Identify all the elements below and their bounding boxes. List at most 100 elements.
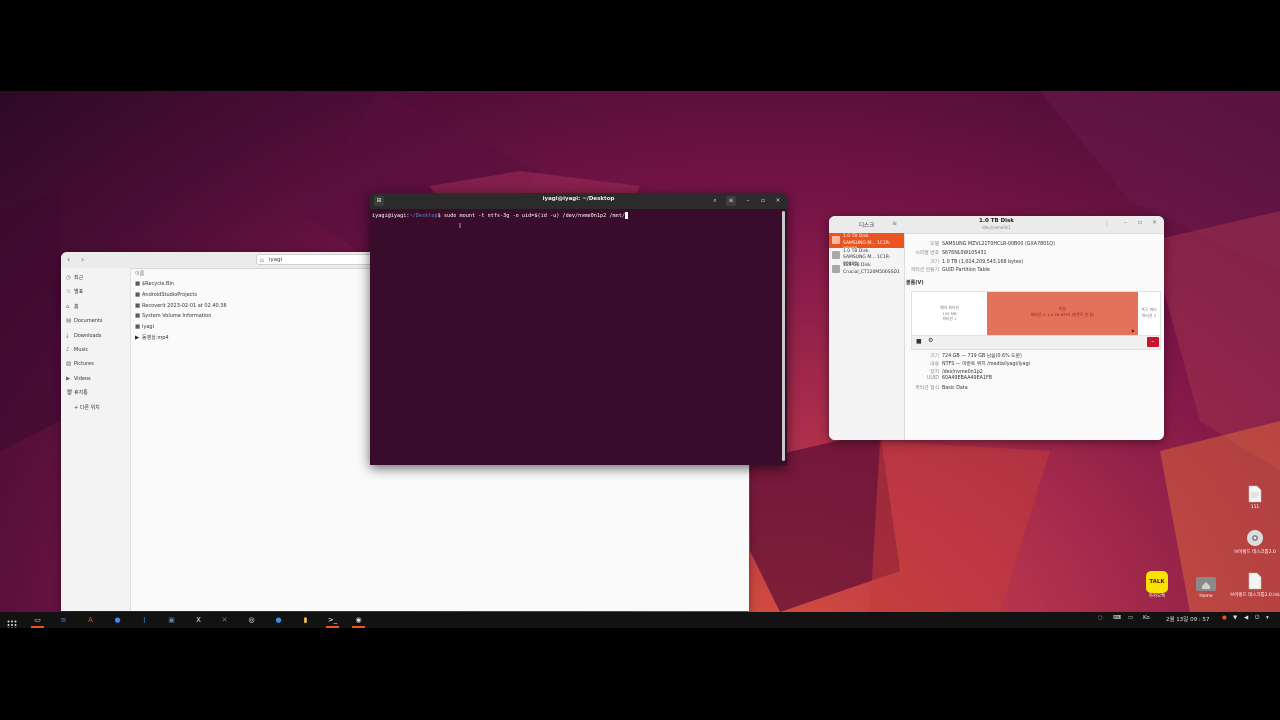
- volume-toolbar: ■ ⚙ –: [912, 335, 1160, 349]
- disks-icon[interactable]: ◉: [352, 614, 365, 626]
- disk-device-item[interactable]: 1.0 TB Disk SAMSUNG M... 1C1R-00800: [829, 248, 904, 267]
- terminal-output[interactable]: iyagi@iyagi:~/Desktop$ sudo mount -t ntf…: [372, 212, 628, 219]
- remove-partition-button[interactable]: –: [1147, 337, 1159, 347]
- star-icon: ☆: [66, 289, 71, 296]
- detail-row-device: 장치/dev/nvme0n1p2: [906, 368, 983, 375]
- prompt-end: $: [437, 213, 441, 219]
- terminal-window: ⊞ iyagi@iyagi: ~/Desktop ⌕ ≡ – ▫ × iyagi…: [370, 193, 787, 465]
- file-name: iyagi: [142, 324, 154, 331]
- picture-icon: ▧: [66, 361, 72, 368]
- stop-icon[interactable]: ■: [916, 338, 922, 345]
- wifi-icon[interactable]: ▼: [1233, 615, 1237, 621]
- file-name: AndroidStudioProjects: [142, 291, 197, 298]
- drive-icon: [832, 250, 840, 259]
- volume-segment-3[interactable]: 복구 파티 파티션 3: [1138, 292, 1160, 335]
- terminal-title: iyagi@iyagi: ~/Desktop: [542, 196, 615, 202]
- detail-value: /dev/nvme0n1p2: [942, 370, 983, 375]
- play-icon: ▶: [1131, 328, 1135, 333]
- desktop-icon-vbuild[interactable]: 브이빌드 데스크톱2.0: [1230, 529, 1280, 555]
- close-icon[interactable]: ×: [773, 196, 783, 206]
- document-icon: ▤: [66, 318, 72, 325]
- chrome-icon[interactable]: ●: [111, 614, 124, 626]
- obs-icon[interactable]: ◎: [245, 614, 258, 626]
- info-key: 모델: [930, 242, 939, 247]
- menu-icon[interactable]: ≡: [726, 196, 736, 206]
- sidebar-item-starred[interactable]: ☆ 별표: [61, 285, 130, 299]
- disk-device-item[interactable]: 123 GB Disk Crucial_CT120M500SSD1: [829, 262, 904, 277]
- sidebar-item-downloads[interactable]: ⤓ Downloads: [61, 329, 130, 343]
- detail-key: UUID: [926, 376, 939, 381]
- update-icon[interactable]: ●: [1222, 615, 1227, 621]
- volume-segment-1[interactable]: 예약 파티션 105 MB 파티션 1: [912, 292, 987, 335]
- notes-icon[interactable]: ▮: [299, 614, 312, 626]
- minimize-icon[interactable]: –: [1124, 219, 1127, 226]
- drive-icon: [832, 265, 840, 273]
- forward-arrow-icon[interactable]: ›: [81, 255, 84, 264]
- sidebar-item-music[interactable]: ♪ Music: [61, 343, 130, 357]
- keyboard-icon[interactable]: ⌨: [1113, 615, 1121, 621]
- sidebar-item-documents[interactable]: ▤ Documents: [61, 314, 130, 328]
- desktop-icon-111[interactable]: 111: [1238, 485, 1272, 510]
- desktop-icon-home[interactable]: Home: [1189, 574, 1223, 599]
- segment-line: 파티션 2: 1.0 TB NTFS (마운트 안 됨): [1030, 312, 1095, 317]
- sidebar-item-trash[interactable]: 🗑휴지통: [61, 386, 130, 400]
- sidebar-item-pictures[interactable]: ▧ Pictures: [61, 357, 130, 371]
- info-value: SAMSUNG MZVL21T0HCLR-00B00 (GXA7801Q): [942, 242, 1055, 247]
- clipboard-icon[interactable]: ▭: [1128, 615, 1133, 621]
- text-editor-icon[interactable]: ≡: [57, 614, 70, 626]
- video-letterbox-top: [0, 0, 1280, 91]
- sidebar-item-recent[interactable]: ◷ 최근: [61, 271, 130, 285]
- disks-window: 디스크 ≡ 1.0 TB Disk /dev/nvme0n1 ⋮ – ▫ × 1…: [829, 216, 1164, 440]
- desktop-icon-kakaotalk[interactable]: TALK 카카오톡: [1140, 571, 1174, 599]
- accessibility-icon[interactable]: ◌: [1098, 615, 1103, 621]
- sidebar-item-label: 홈: [74, 303, 79, 310]
- back-arrow-icon[interactable]: ‹: [67, 255, 70, 264]
- download-icon: ⤓: [66, 332, 69, 339]
- disk-device-item[interactable]: 1.0 TB Disk SAMSUNG M... 1C1R-00800: [829, 233, 904, 252]
- kebab-menu-icon[interactable]: ⋮: [1104, 220, 1110, 227]
- info-key: 크기: [930, 260, 939, 265]
- tool-app-icon[interactable]: ✕: [218, 614, 231, 626]
- search-icon[interactable]: ⌕: [710, 196, 720, 206]
- folder-icon: ■: [135, 302, 141, 309]
- minimize-icon[interactable]: –: [743, 196, 753, 206]
- sidebar-item-videos[interactable]: ▶ Videos: [61, 372, 130, 386]
- power-icon[interactable]: ⏻: [1255, 615, 1259, 622]
- settings-gear-icon[interactable]: ⚙: [928, 337, 933, 344]
- file-name: Recoverit 2023-02-01 at 02.40.36: [142, 302, 227, 309]
- files-icon[interactable]: ▭: [31, 614, 44, 626]
- clock[interactable]: 2월 13일 09 : 57: [1166, 615, 1209, 623]
- system-menu-chevron-icon[interactable]: ▾: [1266, 615, 1269, 621]
- video-icon: ▶: [66, 375, 71, 382]
- maximize-icon[interactable]: ▫: [758, 196, 768, 206]
- volume-segment-2-selected[interactable]: 파일 파티션 2: 1.0 TB NTFS (마운트 안 됨) ▶: [987, 292, 1138, 335]
- sidebar-item-home[interactable]: ⌂ 홈: [61, 300, 130, 314]
- prompt-path: ~/Desktop: [409, 213, 438, 219]
- folder-icon: ■: [135, 313, 141, 320]
- x-app-icon[interactable]: X: [192, 614, 205, 626]
- input-language[interactable]: Ko: [1143, 615, 1150, 621]
- software-center-icon[interactable]: A: [84, 614, 97, 626]
- detail-row-uuid: UUID 60A49EBAA49EA1FB: [906, 376, 992, 381]
- text-file-icon: [1248, 485, 1262, 503]
- detail-value[interactable]: NTFS — 마운트 위치 /media/iyagi/iyagi: [942, 362, 1030, 367]
- sidebar-item-label: 최근: [74, 275, 84, 281]
- vscode-icon[interactable]: ⟩: [138, 614, 151, 626]
- remote-desktop-icon[interactable]: ▣: [165, 614, 178, 626]
- close-icon[interactable]: ×: [1152, 219, 1157, 226]
- maximize-icon[interactable]: ▫: [1138, 219, 1142, 226]
- detail-key: 크기: [930, 354, 939, 359]
- sidebar-item-label: Downloads: [74, 332, 102, 339]
- show-apps-grid-icon[interactable]: [7, 615, 17, 630]
- folder-icon: ■: [135, 281, 141, 287]
- file-name: $Recycle.Bin: [142, 281, 175, 287]
- terminal-scrollbar[interactable]: [782, 211, 785, 461]
- desktop-icon-vbuild-lnk[interactable]: 브이빌드 데스크톱2.0.lnk: [1230, 572, 1280, 598]
- disk-model: Crucial_CT120M500SSD1: [843, 269, 900, 275]
- sidebar-item-label: Pictures: [74, 361, 94, 368]
- app-blue-icon[interactable]: ●: [272, 614, 285, 626]
- terminal-icon[interactable]: >_: [326, 614, 339, 626]
- detail-row-contents: 내용 NTFS — 마운트 위치 /media/iyagi/iyagi: [906, 360, 1030, 367]
- volume-icon[interactable]: ◀: [1244, 615, 1248, 621]
- sidebar-item-other-locations[interactable]: + 다른 위치: [61, 401, 130, 415]
